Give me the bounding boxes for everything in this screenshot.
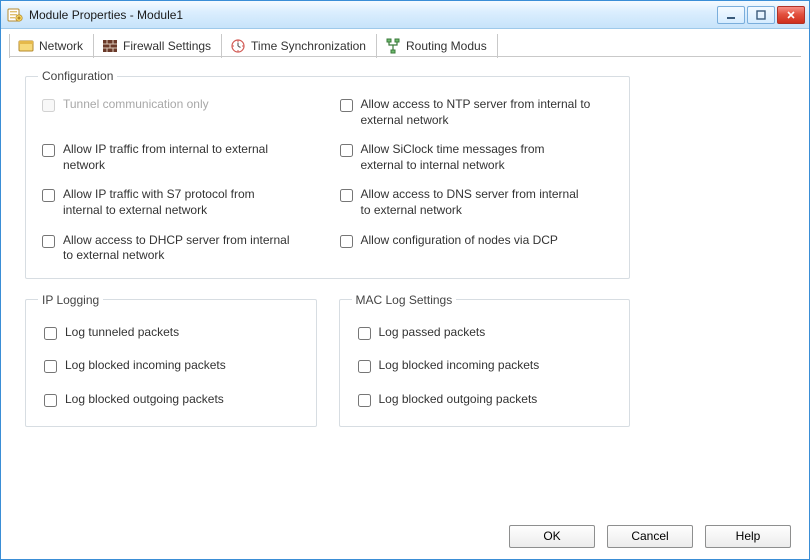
ip-logging-legend: IP Logging xyxy=(38,293,103,307)
network-icon xyxy=(18,38,34,54)
tab-label: Firewall Settings xyxy=(123,39,211,53)
help-button[interactable]: Help xyxy=(705,525,791,548)
config-siclock-checkbox[interactable] xyxy=(340,144,353,157)
minimize-button[interactable] xyxy=(717,6,745,24)
close-button[interactable] xyxy=(777,6,805,24)
maclog-passed-checkbox[interactable] xyxy=(358,327,371,340)
maclog-blocked-out: Log blocked outgoing packets xyxy=(358,392,612,408)
tab-label: Network xyxy=(39,39,83,53)
button-bar: OK Cancel Help xyxy=(1,513,809,559)
maclog-blocked-out-checkbox[interactable] xyxy=(358,394,371,407)
config-dns-access-checkbox[interactable] xyxy=(340,189,353,202)
configuration-group: Configuration Tunnel communication only … xyxy=(25,69,630,279)
logging-row: IP Logging Log tunneled packets Log bloc… xyxy=(25,293,630,427)
iplog-blocked-in-label: Log blocked incoming packets xyxy=(65,358,226,374)
config-ntp-access: Allow access to NTP server from internal… xyxy=(340,97,614,128)
maclog-passed: Log passed packets xyxy=(358,325,612,341)
config-ntp-access-checkbox[interactable] xyxy=(340,99,353,112)
configuration-legend: Configuration xyxy=(38,69,117,83)
config-ip-s7-label: Allow IP traffic with S7 protocol from i… xyxy=(63,187,293,218)
iplog-blocked-in-checkbox[interactable] xyxy=(44,360,57,373)
iplog-tunneled-checkbox[interactable] xyxy=(44,327,57,340)
config-tunnel-only-checkbox xyxy=(42,99,55,112)
ip-logging-group: IP Logging Log tunneled packets Log bloc… xyxy=(25,293,317,427)
iplog-blocked-in: Log blocked incoming packets xyxy=(44,358,298,374)
config-ip-traffic: Allow IP traffic from internal to extern… xyxy=(42,142,316,173)
clock-icon xyxy=(230,38,246,54)
iplog-tunneled-label: Log tunneled packets xyxy=(65,325,179,341)
routing-icon xyxy=(385,38,401,54)
configuration-grid: Tunnel communication only Allow access t… xyxy=(38,93,617,266)
tab-routing-modus[interactable]: Routing Modus xyxy=(377,34,498,58)
tab-label: Time Synchronization xyxy=(251,39,366,53)
config-dns-access: Allow access to DNS server from internal… xyxy=(340,187,614,218)
tab-label: Routing Modus xyxy=(406,39,487,53)
titlebar: Module Properties - Module1 xyxy=(1,1,809,29)
config-siclock-label: Allow SiClock time messages from externa… xyxy=(361,142,591,173)
app-icon xyxy=(7,7,23,23)
config-dhcp-access-label: Allow access to DHCP server from interna… xyxy=(63,233,293,264)
ip-logging-list: Log tunneled packets Log blocked incomin… xyxy=(38,317,304,414)
window: Module Properties - Module1 Network xyxy=(0,0,810,560)
config-ip-s7: Allow IP traffic with S7 protocol from i… xyxy=(42,187,316,218)
config-dcp-checkbox[interactable] xyxy=(340,235,353,248)
firewall-icon xyxy=(102,38,118,54)
maclog-blocked-in-checkbox[interactable] xyxy=(358,360,371,373)
maclog-passed-label: Log passed packets xyxy=(379,325,486,341)
iplog-blocked-out: Log blocked outgoing packets xyxy=(44,392,298,408)
iplog-blocked-out-label: Log blocked outgoing packets xyxy=(65,392,224,408)
config-ip-traffic-checkbox[interactable] xyxy=(42,144,55,157)
config-dhcp-access-checkbox[interactable] xyxy=(42,235,55,248)
cancel-button[interactable]: Cancel xyxy=(607,525,693,548)
config-tunnel-only: Tunnel communication only xyxy=(42,97,316,128)
maximize-button[interactable] xyxy=(747,6,775,24)
tab-firewall-settings[interactable]: Firewall Settings xyxy=(94,34,222,58)
tab-network[interactable]: Network xyxy=(9,34,94,58)
maclog-blocked-out-label: Log blocked outgoing packets xyxy=(379,392,538,408)
mac-log-list: Log passed packets Log blocked incoming … xyxy=(352,317,618,414)
mac-log-group: MAC Log Settings Log passed packets Log … xyxy=(339,293,631,427)
window-title: Module Properties - Module1 xyxy=(29,8,717,22)
tab-time-sync[interactable]: Time Synchronization xyxy=(222,34,377,58)
mac-log-legend: MAC Log Settings xyxy=(352,293,457,307)
iplog-tunneled: Log tunneled packets xyxy=(44,325,298,341)
config-ntp-access-label: Allow access to NTP server from internal… xyxy=(361,97,591,128)
config-dcp: Allow configuration of nodes via DCP xyxy=(340,233,614,264)
config-dcp-label: Allow configuration of nodes via DCP xyxy=(361,233,558,249)
maclog-blocked-in-label: Log blocked incoming packets xyxy=(379,358,540,374)
maclog-blocked-in: Log blocked incoming packets xyxy=(358,358,612,374)
content-area: Configuration Tunnel communication only … xyxy=(1,57,809,513)
config-dhcp-access: Allow access to DHCP server from interna… xyxy=(42,233,316,264)
config-dns-access-label: Allow access to DNS server from internal… xyxy=(361,187,591,218)
ok-button[interactable]: OK xyxy=(509,525,595,548)
window-buttons xyxy=(717,6,807,24)
config-tunnel-only-label: Tunnel communication only xyxy=(63,97,209,113)
tabbar: Network Firewall Settings xyxy=(1,29,809,57)
iplog-blocked-out-checkbox[interactable] xyxy=(44,394,57,407)
config-ip-s7-checkbox[interactable] xyxy=(42,189,55,202)
config-siclock: Allow SiClock time messages from externa… xyxy=(340,142,614,173)
config-ip-traffic-label: Allow IP traffic from internal to extern… xyxy=(63,142,293,173)
